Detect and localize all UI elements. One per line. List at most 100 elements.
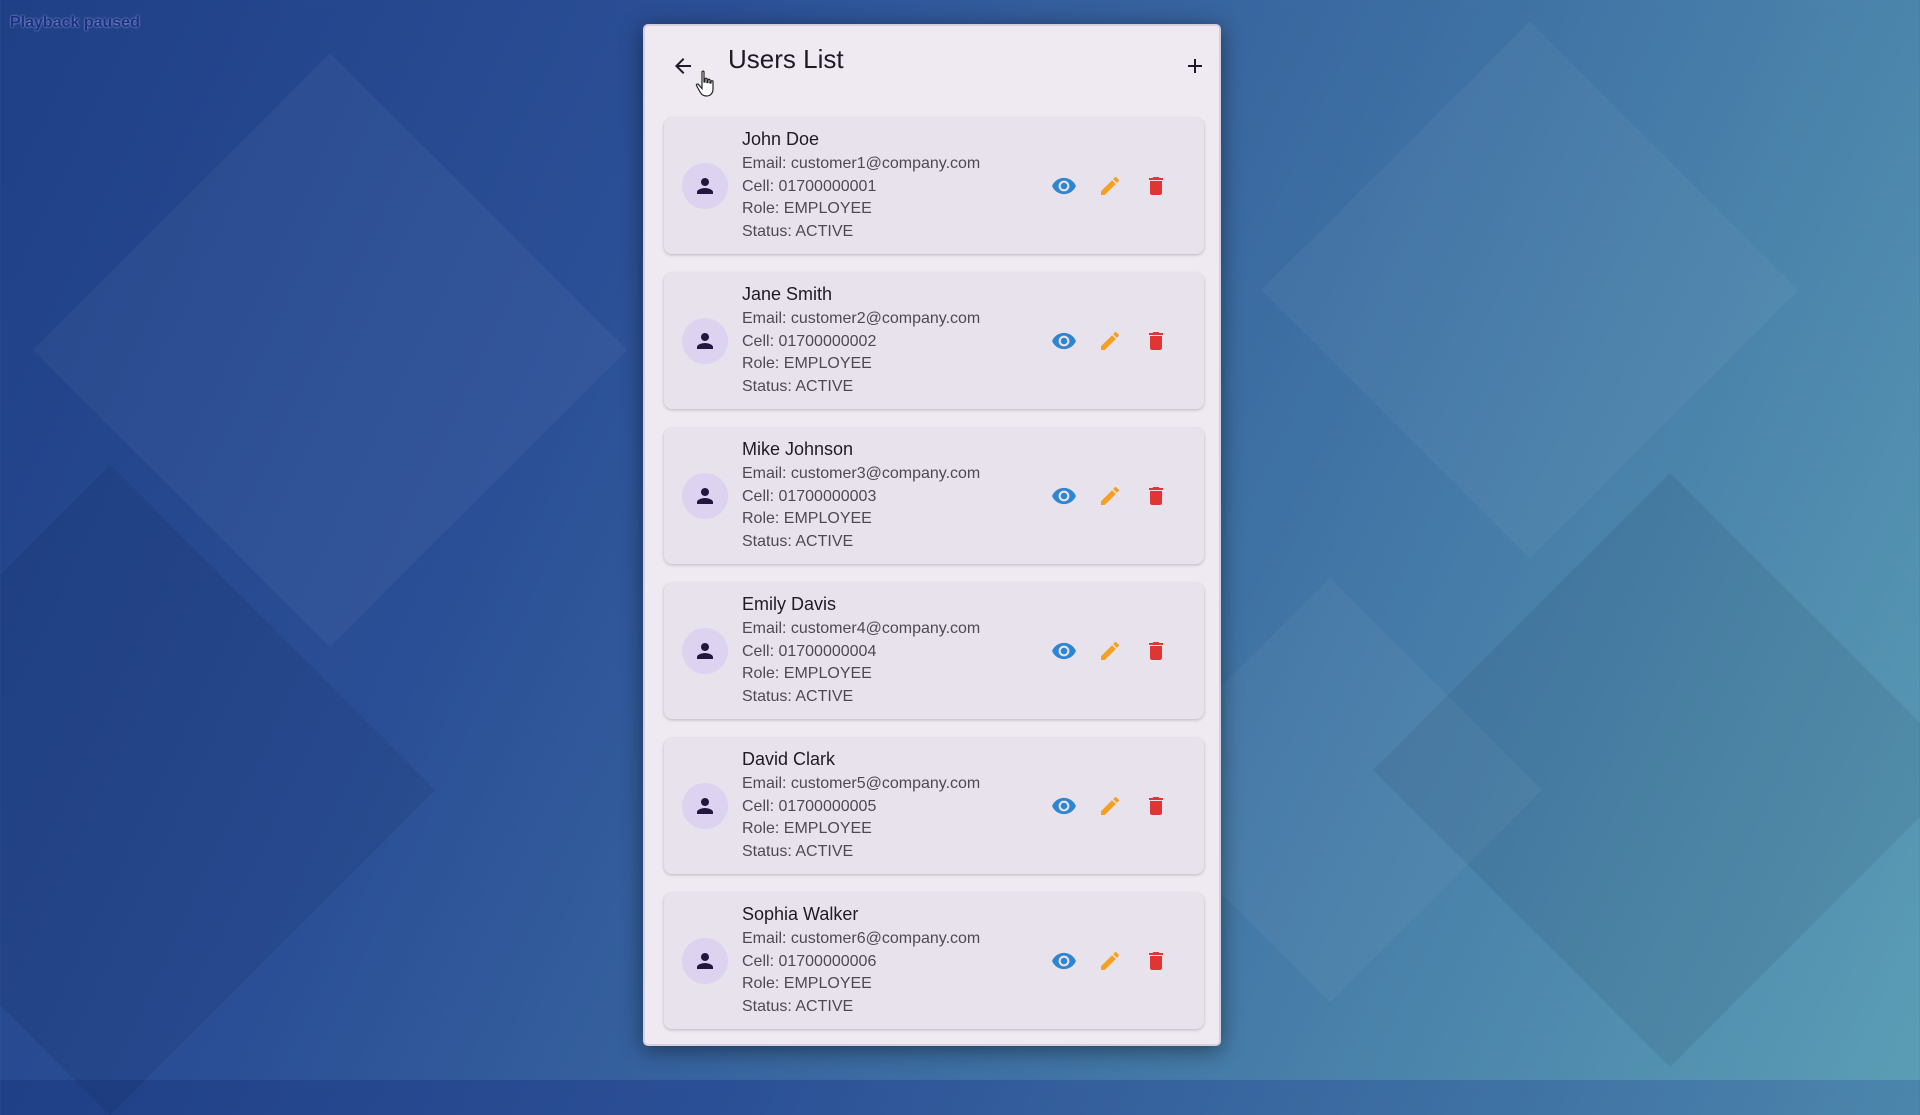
user-card[interactable]: Emily Davis Email: customer4@company.com… bbox=[664, 583, 1204, 719]
user-name: Emily Davis bbox=[742, 594, 837, 614]
delete-button[interactable] bbox=[1142, 633, 1170, 669]
user-actions bbox=[1050, 478, 1170, 514]
user-email: Email: customer6@company.com bbox=[742, 930, 981, 947]
eye-icon bbox=[1052, 797, 1076, 815]
edit-button[interactable] bbox=[1096, 478, 1124, 514]
user-status: Status: ACTIVE bbox=[742, 997, 854, 1015]
trash-icon bbox=[1149, 177, 1163, 195]
app-window: Users List John Doe Email: customer1@com… bbox=[643, 24, 1221, 1046]
view-button[interactable] bbox=[1050, 943, 1078, 979]
user-info: David Clark Email: customer5@company.com… bbox=[742, 748, 980, 863]
eye-icon bbox=[1052, 487, 1076, 505]
edit-button[interactable] bbox=[1096, 633, 1124, 669]
avatar bbox=[682, 163, 728, 209]
trash-icon bbox=[1149, 797, 1163, 815]
trash-icon bbox=[1149, 487, 1163, 505]
user-name: David Clark bbox=[742, 749, 836, 769]
avatar bbox=[682, 783, 728, 829]
user-info: John Doe Email: customer1@company.com Ce… bbox=[742, 128, 980, 243]
user-card[interactable]: Mike Johnson Email: customer3@company.co… bbox=[664, 428, 1204, 564]
user-info: Jane Smith Email: customer2@company.com … bbox=[742, 283, 980, 398]
trash-icon bbox=[1149, 332, 1163, 350]
user-role: Role: EMPLOYEE bbox=[742, 510, 872, 527]
delete-button[interactable] bbox=[1142, 943, 1170, 979]
eye-icon bbox=[1052, 642, 1076, 660]
avatar bbox=[682, 938, 728, 984]
user-email: Email: customer4@company.com bbox=[742, 620, 981, 637]
edit-button[interactable] bbox=[1096, 323, 1124, 359]
user-cell: Cell: 01700000006 bbox=[742, 952, 877, 970]
person-icon bbox=[697, 953, 713, 969]
avatar bbox=[682, 318, 728, 364]
avatar bbox=[682, 473, 728, 519]
delete-button[interactable] bbox=[1142, 478, 1170, 514]
user-status: Status: ACTIVE bbox=[742, 222, 854, 240]
user-card[interactable]: John Doe Email: customer1@company.com Ce… bbox=[664, 118, 1204, 254]
avatar bbox=[682, 628, 728, 674]
user-actions bbox=[1050, 168, 1170, 204]
user-role: Role: EMPLOYEE bbox=[742, 975, 872, 992]
user-actions bbox=[1050, 943, 1170, 979]
page-title: Users List bbox=[728, 44, 844, 74]
user-info: Emily Davis Email: customer4@company.com… bbox=[742, 593, 980, 708]
delete-button[interactable] bbox=[1142, 323, 1170, 359]
user-cell: Cell: 01700000005 bbox=[742, 797, 877, 815]
edit-button[interactable] bbox=[1096, 943, 1124, 979]
person-icon bbox=[697, 333, 713, 349]
pencil-icon bbox=[1101, 176, 1120, 195]
user-name: Sophia Walker bbox=[742, 904, 859, 924]
eye-icon bbox=[1052, 952, 1076, 970]
view-button[interactable] bbox=[1050, 168, 1078, 204]
trash-icon bbox=[1149, 952, 1163, 970]
view-button[interactable] bbox=[1050, 788, 1078, 824]
user-status: Status: ACTIVE bbox=[742, 687, 854, 705]
user-status: Status: ACTIVE bbox=[742, 532, 854, 550]
user-actions bbox=[1050, 633, 1170, 669]
user-name: John Doe bbox=[742, 129, 820, 149]
user-role: Role: EMPLOYEE bbox=[742, 820, 872, 837]
arrow-back-icon bbox=[675, 58, 691, 74]
user-info: Mike Johnson Email: customer3@company.co… bbox=[742, 438, 980, 553]
person-icon bbox=[697, 488, 713, 504]
app-bar: Users List bbox=[645, 26, 1219, 116]
person-icon bbox=[697, 643, 713, 659]
playback-status: Playback paused bbox=[10, 14, 140, 31]
user-status: Status: ACTIVE bbox=[742, 377, 854, 395]
pencil-icon bbox=[1101, 641, 1120, 660]
user-name: Mike Johnson bbox=[742, 439, 854, 459]
pencil-icon bbox=[1101, 796, 1120, 815]
user-role: Role: EMPLOYEE bbox=[742, 665, 872, 682]
view-button[interactable] bbox=[1050, 633, 1078, 669]
hand-cursor-icon bbox=[695, 70, 714, 97]
edit-button[interactable] bbox=[1096, 788, 1124, 824]
trash-icon bbox=[1149, 642, 1163, 660]
view-button[interactable] bbox=[1050, 323, 1078, 359]
user-email: Email: customer1@company.com bbox=[742, 155, 981, 172]
user-cell: Cell: 01700000004 bbox=[742, 642, 877, 660]
edit-button[interactable] bbox=[1096, 168, 1124, 204]
user-email: Email: customer3@company.com bbox=[742, 465, 981, 482]
eye-icon bbox=[1052, 332, 1076, 350]
add-user-button[interactable] bbox=[1177, 48, 1213, 84]
delete-button[interactable] bbox=[1142, 788, 1170, 824]
user-cell: Cell: 01700000001 bbox=[742, 177, 877, 195]
user-role: Role: EMPLOYEE bbox=[742, 200, 872, 217]
user-actions bbox=[1050, 788, 1170, 824]
user-role: Role: EMPLOYEE bbox=[742, 355, 872, 372]
user-email: Email: customer5@company.com bbox=[742, 775, 981, 792]
add-icon bbox=[1188, 59, 1202, 73]
user-cell: Cell: 01700000003 bbox=[742, 487, 877, 505]
person-icon bbox=[697, 178, 713, 194]
user-card[interactable]: Sophia Walker Email: customer6@company.c… bbox=[664, 893, 1204, 1029]
user-card[interactable]: Jane Smith Email: customer2@company.com … bbox=[664, 273, 1204, 409]
users-list: John Doe Email: customer1@company.com Ce… bbox=[664, 118, 1204, 1044]
background-shape bbox=[1261, 21, 1799, 559]
user-card[interactable]: David Clark Email: customer5@company.com… bbox=[664, 738, 1204, 874]
eye-icon bbox=[1052, 177, 1076, 195]
user-status: Status: ACTIVE bbox=[742, 842, 854, 860]
view-button[interactable] bbox=[1050, 478, 1078, 514]
delete-button[interactable] bbox=[1142, 168, 1170, 204]
pencil-icon bbox=[1101, 331, 1120, 350]
user-name: Jane Smith bbox=[742, 284, 833, 304]
user-cell: Cell: 01700000002 bbox=[742, 332, 877, 350]
